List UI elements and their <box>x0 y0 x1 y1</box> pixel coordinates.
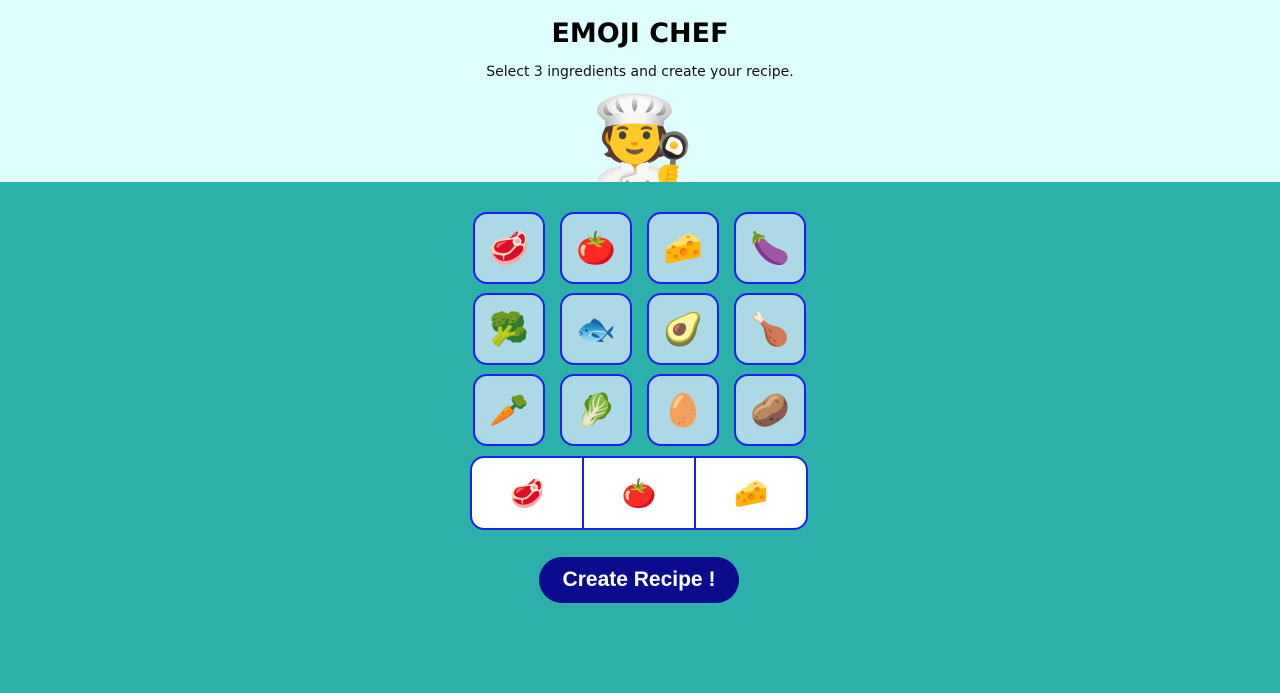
broccoli-icon: 🥦 <box>489 310 529 348</box>
page-subtitle: Select 3 ingredients and create your rec… <box>486 64 794 80</box>
chef-icon: 🧑‍🍳 <box>590 90 690 182</box>
ingredient-tile-fish[interactable]: 🐟 <box>560 293 632 365</box>
ingredient-tile-potato[interactable]: 🥔 <box>734 374 806 446</box>
ingredient-tile-leafy-green[interactable]: 🥬 <box>560 374 632 446</box>
carrot-icon: 🥕 <box>489 391 529 429</box>
ingredient-tile-steak[interactable]: 🥩 <box>473 212 545 284</box>
egg-icon: 🥚 <box>663 391 703 429</box>
steak-icon: 🥩 <box>509 476 545 510</box>
page-title: EMOJI CHEF <box>551 18 729 49</box>
selected-slot-2[interactable]: 🍅 <box>584 458 696 528</box>
ingredient-grid: 🥩 🍅 🧀 🍆 🥦 🐟 🥑 🍗 🥕 🥬 🥚 🥔 <box>473 212 806 446</box>
cheese-icon: 🧀 <box>733 476 769 510</box>
tomato-icon: 🍅 <box>621 476 657 510</box>
cheese-icon: 🧀 <box>663 229 703 267</box>
selected-slot-3[interactable]: 🧀 <box>696 458 806 528</box>
leafy-green-icon: 🥬 <box>576 391 616 429</box>
potato-icon: 🥔 <box>750 391 790 429</box>
create-recipe-button[interactable]: Create Recipe ! <box>539 557 739 603</box>
ingredient-tile-egg[interactable]: 🥚 <box>647 374 719 446</box>
ingredient-tile-broccoli[interactable]: 🥦 <box>473 293 545 365</box>
steak-icon: 🥩 <box>489 229 529 267</box>
poultry-leg-icon: 🍗 <box>750 310 790 348</box>
selected-ingredients-bar: 🥩 🍅 🧀 <box>470 456 808 530</box>
ingredient-tile-avocado[interactable]: 🥑 <box>647 293 719 365</box>
ingredient-tile-poultry-leg[interactable]: 🍗 <box>734 293 806 365</box>
selected-slot-1[interactable]: 🥩 <box>472 458 584 528</box>
eggplant-icon: 🍆 <box>750 229 790 267</box>
ingredient-tile-tomato[interactable]: 🍅 <box>560 212 632 284</box>
header-section: EMOJI CHEF Select 3 ingredients and crea… <box>0 0 1280 182</box>
ingredient-tile-carrot[interactable]: 🥕 <box>473 374 545 446</box>
tomato-icon: 🍅 <box>576 229 616 267</box>
ingredient-tile-cheese[interactable]: 🧀 <box>647 212 719 284</box>
avocado-icon: 🥑 <box>663 310 703 348</box>
ingredient-tile-eggplant[interactable]: 🍆 <box>734 212 806 284</box>
fish-icon: 🐟 <box>576 310 616 348</box>
